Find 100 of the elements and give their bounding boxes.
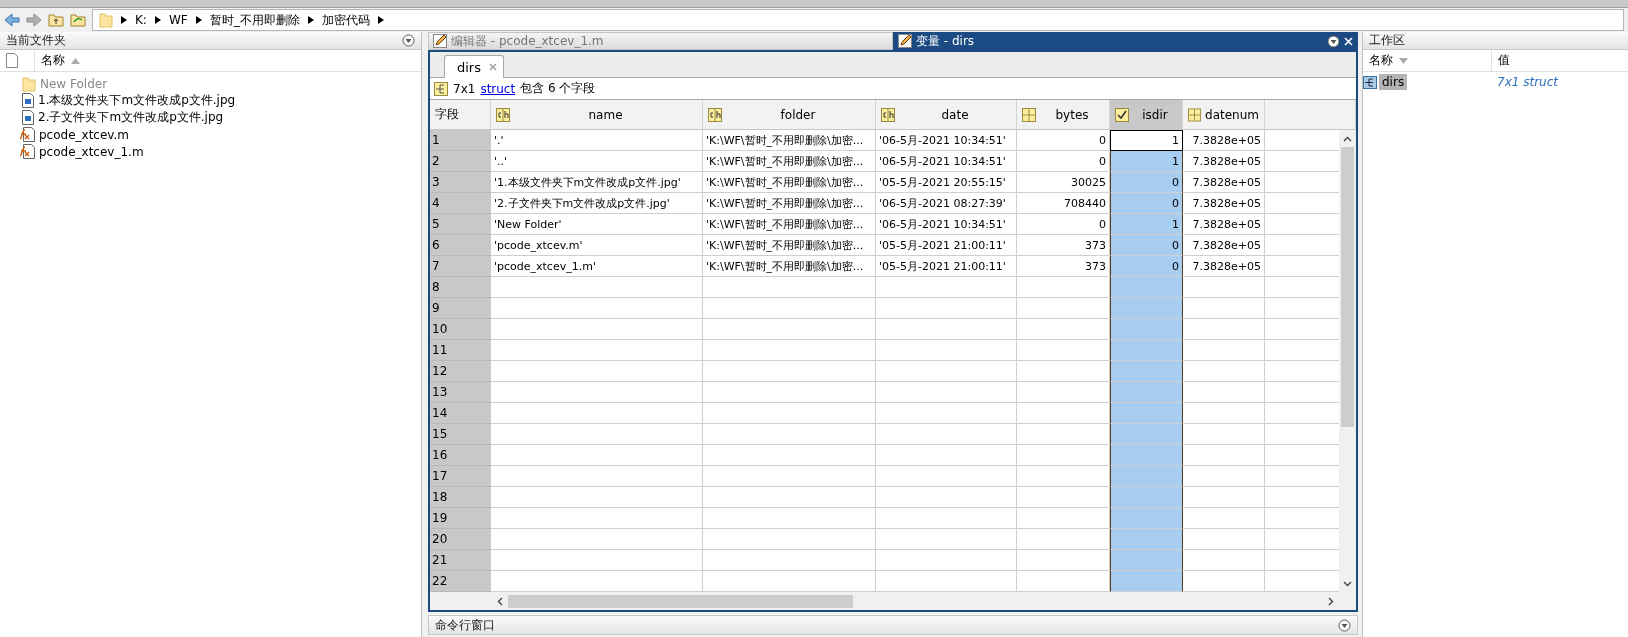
table-cell[interactable]: '05-5月-2021 21:00:11' <box>876 235 1017 256</box>
table-cell[interactable]: 0 <box>1017 130 1110 151</box>
table-cell[interactable]: 0 <box>1110 235 1183 256</box>
column-header[interactable]: isdir <box>1110 100 1183 129</box>
char-type-icon <box>708 107 722 122</box>
scroll-right-icon[interactable] <box>1327 596 1334 606</box>
table-cell[interactable] <box>1110 298 1183 319</box>
table-cell[interactable]: '..' <box>491 151 703 172</box>
path-segment[interactable]: K: <box>135 13 147 27</box>
table-cell[interactable]: 0 <box>1110 172 1183 193</box>
table-cell[interactable]: '.' <box>491 130 703 151</box>
table-cell[interactable]: '05-5月-2021 20:55:15' <box>876 172 1017 193</box>
table-cell[interactable]: 7.3828e+05 <box>1183 235 1265 256</box>
table-cell[interactable]: 'K:\WF\暂时_不用即删除\加密... <box>703 172 876 193</box>
row-number: 20 <box>430 529 491 550</box>
table-cell[interactable]: 708440 <box>1017 193 1110 214</box>
caret-icon <box>154 16 161 24</box>
vertical-scrollbar[interactable] <box>1339 130 1356 592</box>
editor-tab[interactable]: 变量 - dirs <box>893 32 1358 50</box>
table-cell[interactable]: 7.3828e+05 <box>1183 193 1265 214</box>
table-cell[interactable] <box>1110 508 1183 529</box>
forward-icon[interactable] <box>26 13 42 27</box>
table-cell[interactable] <box>1110 382 1183 403</box>
table-cell[interactable] <box>1110 445 1183 466</box>
row-number: 9 <box>430 298 491 319</box>
table-cell[interactable] <box>1110 466 1183 487</box>
folder-icon <box>22 75 36 92</box>
up-folder-icon[interactable] <box>48 13 64 27</box>
editor-tab[interactable]: 编辑器 - pcode_xtcev_1.m <box>428 32 893 50</box>
table-cell[interactable]: '06-5月-2021 10:34:51' <box>876 130 1017 151</box>
table-cell[interactable] <box>1110 277 1183 298</box>
table-cell[interactable]: 7.3828e+05 <box>1183 130 1265 151</box>
table-cell[interactable]: 'New Folder' <box>491 214 703 235</box>
table-cell[interactable]: 'pcode_xtcev_1.m' <box>491 256 703 277</box>
table-cell[interactable]: '05-5月-2021 21:00:11' <box>876 256 1017 277</box>
dropdown-icon[interactable] <box>402 34 415 47</box>
table-cell[interactable]: 7.3828e+05 <box>1183 214 1265 235</box>
table-cell[interactable]: 'K:\WF\暂时_不用即删除\加密... <box>703 235 876 256</box>
table-cell[interactable] <box>1110 424 1183 445</box>
struct-link[interactable]: struct <box>480 81 516 96</box>
dropdown-icon[interactable] <box>1338 618 1351 632</box>
variable-name[interactable]: dirs <box>1379 74 1408 90</box>
table-cell[interactable]: 'K:\WF\暂时_不用即删除\加密... <box>703 256 876 277</box>
table-cell[interactable]: 373 <box>1017 256 1110 277</box>
document-tab[interactable]: dirs <box>444 55 504 78</box>
file-item[interactable]: 2.子文件夹下m文件改成p文件.jpg <box>0 109 421 126</box>
table-cell[interactable]: 7.3828e+05 <box>1183 256 1265 277</box>
table-cell[interactable] <box>1110 319 1183 340</box>
table-cell[interactable]: 1 <box>1110 130 1183 151</box>
scroll-down-icon[interactable] <box>1343 580 1352 587</box>
table-cell[interactable]: 7.3828e+05 <box>1183 151 1265 172</box>
path-segment[interactable]: 暂时_不用即删除 <box>209 11 300 29</box>
table-cell[interactable]: 'K:\WF\暂时_不用即删除\加密... <box>703 151 876 172</box>
table-cell[interactable]: 30025 <box>1017 172 1110 193</box>
table-cell[interactable] <box>1110 340 1183 361</box>
table-cell[interactable]: '1.本级文件夹下m文件改成p文件.jpg' <box>491 172 703 193</box>
table-cell[interactable]: '2.子文件夹下m文件改成p文件.jpg' <box>491 193 703 214</box>
dropdown-icon[interactable] <box>1327 34 1340 48</box>
file-item[interactable]: New Folder <box>0 75 421 92</box>
folder-icon <box>99 12 113 28</box>
function-file-icon <box>19 144 35 159</box>
table-cell[interactable]: 0 <box>1110 193 1183 214</box>
table-cell[interactable]: '06-5月-2021 08:27:39' <box>876 193 1017 214</box>
browse-folder-icon[interactable] <box>70 13 86 27</box>
table-cell[interactable]: 373 <box>1017 235 1110 256</box>
column-header[interactable]: 名称 <box>34 50 421 71</box>
path-segment[interactable]: 加密代码 <box>321 11 370 29</box>
table-cell[interactable]: 1 <box>1110 151 1183 172</box>
table-cell[interactable] <box>1110 571 1183 592</box>
table-cell[interactable]: 'K:\WF\暂时_不用即删除\加密... <box>703 214 876 235</box>
table-cell[interactable]: 0 <box>1110 256 1183 277</box>
table-cell[interactable]: 'pcode_xtcev.m' <box>491 235 703 256</box>
scroll-up-icon[interactable] <box>1343 135 1352 142</box>
struct-icon <box>1363 75 1377 89</box>
table-cell[interactable]: '06-5月-2021 10:34:51' <box>876 214 1017 235</box>
address-field[interactable]: K: WF 暂时_不用即删除 加密代码 <box>92 9 1624 31</box>
table-cell[interactable] <box>1110 529 1183 550</box>
table-cell[interactable]: 1 <box>1110 214 1183 235</box>
table-cell[interactable] <box>1110 403 1183 424</box>
table-cell[interactable] <box>1110 550 1183 571</box>
file-item[interactable]: pcode_xtcev.m <box>0 126 421 143</box>
table-cell[interactable]: 'K:\WF\暂时_不用即删除\加密... <box>703 193 876 214</box>
table-cell[interactable] <box>1110 487 1183 508</box>
table-cell[interactable] <box>1110 361 1183 382</box>
table-cell[interactable]: 'K:\WF\暂时_不用即删除\加密... <box>703 130 876 151</box>
back-icon[interactable] <box>4 13 20 27</box>
horizontal-scrollbar[interactable] <box>430 592 1356 610</box>
file-item[interactable]: pcode_xtcev_1.m <box>0 143 421 160</box>
path-segment[interactable]: WF <box>168 13 188 27</box>
table-cell[interactable]: 7.3828e+05 <box>1183 172 1265 193</box>
column-header[interactable]: 值 <box>1491 50 1628 71</box>
struct-icon <box>434 81 448 96</box>
sort-up-icon <box>71 57 80 64</box>
file-item[interactable]: 1.本级文件夹下m文件改成p文件.jpg <box>0 92 421 109</box>
table-cell[interactable]: 0 <box>1017 151 1110 172</box>
row-number: 13 <box>430 382 491 403</box>
table-cell[interactable]: '06-5月-2021 10:34:51' <box>876 151 1017 172</box>
column-header[interactable]: 名称 <box>1363 50 1491 71</box>
table-cell[interactable]: 0 <box>1017 214 1110 235</box>
scroll-left-icon[interactable] <box>496 596 503 606</box>
